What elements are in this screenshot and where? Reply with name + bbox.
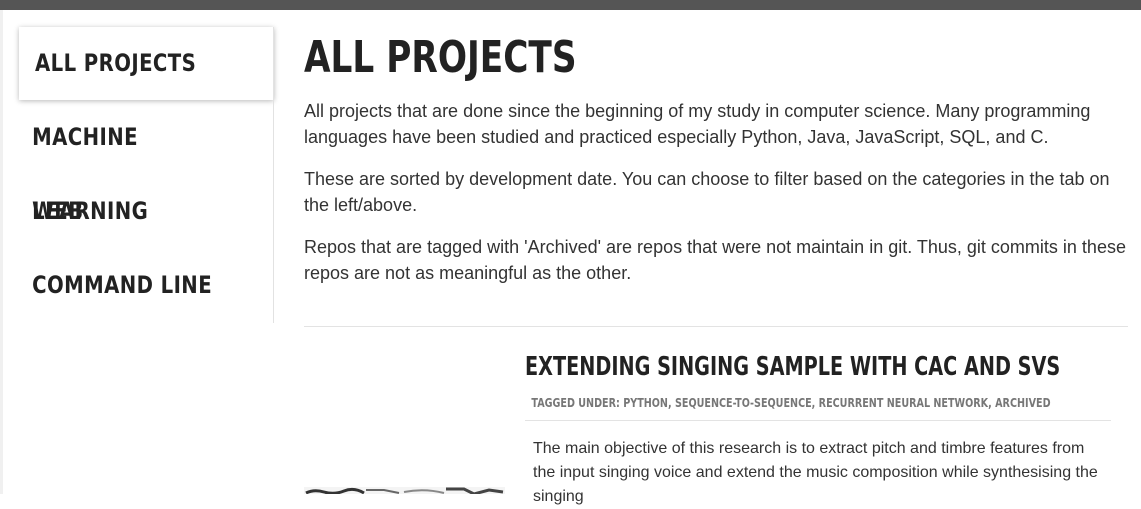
tag-python[interactable]: PYTHON [623,396,668,410]
sidebar-item-machine-learning[interactable]: MACHINE LEARNING [19,100,228,225]
sidebar-item-all-projects[interactable]: ALL PROJECTS [19,27,274,100]
intro-text: All projects that are done since the beg… [304,98,1128,286]
project-card: EXTENDING SINGING SAMPLE WITH CAC AND SV… [525,350,1111,509]
left-edge [0,10,3,494]
section-divider [304,326,1128,327]
tag-recurrent-neural-network[interactable]: RECURRENT NEURAL NETWORK [819,396,988,410]
project-title[interactable]: EXTENDING SINGING SAMPLE WITH CAC AND SV… [525,350,1060,384]
tag-sequence-to-sequence[interactable]: SEQUENCE-TO-SEQUENCE [675,396,812,410]
project-tags: TAGGED UNDER: PYTHON, SEQUENCE-TO-SEQUEN… [531,396,1051,410]
intro-paragraph: These are sorted by development date. Yo… [304,169,1110,215]
project-thumbnail[interactable] [304,484,505,494]
thumbnail-image [304,487,505,494]
sidebar-divider [273,27,274,323]
tagged-under-label: TAGGED UNDER: [531,396,620,410]
project-divider [525,420,1111,421]
intro-paragraph: Repos that are tagged with 'Archived' ar… [304,237,1126,283]
sidebar-item-web[interactable]: WEB [19,174,228,248]
tag-archived[interactable]: ARCHIVED [995,396,1050,410]
top-bar [0,0,1141,10]
sidebar-item-label: ALL PROJECTS [35,49,197,77]
sidebar-item-command-line[interactable]: COMMAND LINE [19,248,228,322]
page-title: ALL PROJECTS [304,32,577,83]
project-description: The main objective of this research is t… [533,440,1098,505]
category-sidebar: ALL PROJECTS MACHINE LEARNING WEB COMMAN… [19,27,274,323]
main-content: ALL PROJECTS All projects that are done … [304,30,1128,302]
intro-paragraph: All projects that are done since the beg… [304,101,1091,147]
